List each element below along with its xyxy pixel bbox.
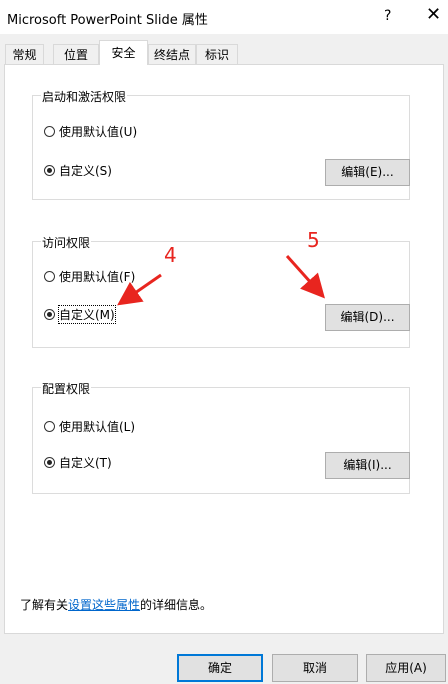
help-button[interactable]: ? — [384, 8, 391, 24]
tab-general[interactable]: 常规 — [5, 44, 44, 64]
config-permissions-title: 配置权限 — [41, 380, 92, 397]
launch-custom-radio[interactable] — [44, 164, 55, 176]
access-permissions-title: 访问权限 — [41, 234, 92, 251]
title-bar: Microsoft PowerPoint Slide 属性 ? ✕ — [0, 0, 448, 34]
config-default-radio[interactable] — [44, 420, 55, 432]
config-default-option[interactable]: 使用默认值(L) — [44, 418, 135, 434]
launch-default-label: 使用默认值(U) — [59, 124, 138, 139]
access-custom-radio[interactable] — [44, 308, 55, 320]
info-link[interactable]: 设置这些属性 — [68, 598, 140, 612]
config-custom-option[interactable]: 自定义(T) — [44, 454, 112, 470]
ok-button[interactable]: 确定 — [177, 654, 263, 682]
launch-custom-label: 自定义(S) — [59, 163, 112, 178]
info-suffix: 的详细信息。 — [140, 598, 213, 612]
annotation-number-4: 4 — [164, 243, 177, 267]
info-line: 了解有关设置这些属性的详细信息。 — [20, 596, 212, 613]
launch-permissions-group: 启动和激活权限 使用默认值(U) 自定义(S) 编辑(E)... — [32, 88, 410, 200]
launch-edit-button[interactable]: 编辑(E)... — [325, 159, 410, 186]
config-edit-button[interactable]: 编辑(I)... — [325, 452, 410, 479]
cancel-button[interactable]: 取消 — [272, 654, 358, 682]
apply-button[interactable]: 应用(A) — [366, 654, 446, 682]
info-prefix: 了解有关 — [20, 598, 69, 612]
tab-endpoints[interactable]: 终结点 — [148, 44, 196, 64]
launch-custom-option[interactable]: 自定义(S) — [44, 162, 112, 178]
access-custom-option[interactable]: 自定义(M) — [44, 304, 116, 324]
launch-permissions-title: 启动和激活权限 — [41, 88, 128, 105]
annotation-number-5: 5 — [307, 228, 320, 252]
access-permissions-group: 访问权限 使用默认值(F) 自定义(M) 编辑(D)... — [32, 234, 410, 348]
access-edit-button[interactable]: 编辑(D)... — [325, 304, 410, 331]
access-default-option[interactable]: 使用默认值(F) — [44, 268, 135, 284]
launch-default-option[interactable]: 使用默认值(U) — [44, 123, 137, 139]
config-default-label: 使用默认值(L) — [59, 419, 136, 434]
close-button[interactable]: ✕ — [426, 5, 441, 25]
config-custom-label: 自定义(T) — [59, 455, 112, 470]
tab-security[interactable]: 安全 — [99, 40, 148, 65]
access-custom-label: 自定义(M) — [58, 304, 116, 324]
config-permissions-group: 配置权限 使用默认值(L) 自定义(T) 编辑(I)... — [32, 380, 410, 494]
tab-location[interactable]: 位置 — [53, 44, 99, 64]
tab-identity[interactable]: 标识 — [196, 44, 238, 64]
window-title: Microsoft PowerPoint Slide 属性 — [7, 13, 208, 28]
access-default-radio[interactable] — [44, 270, 55, 282]
access-default-label: 使用默认值(F) — [59, 269, 136, 284]
launch-default-radio[interactable] — [44, 125, 55, 137]
config-custom-radio[interactable] — [44, 456, 55, 468]
